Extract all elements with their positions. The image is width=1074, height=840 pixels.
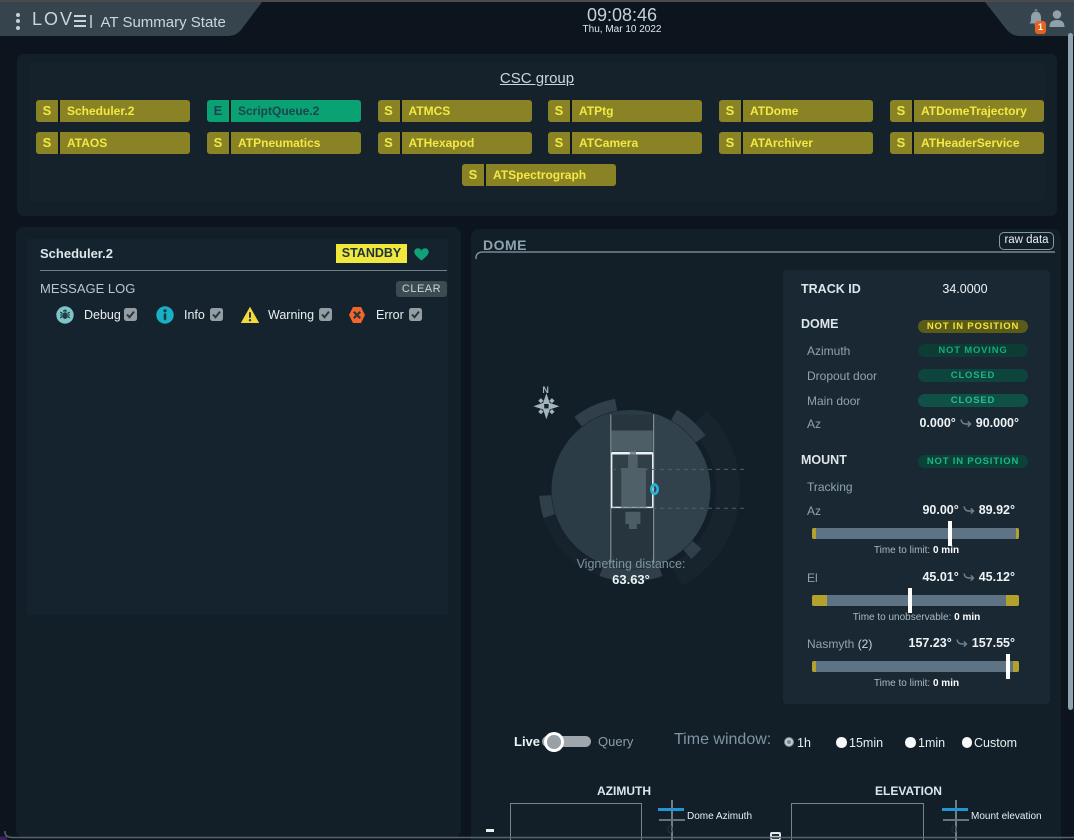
svg-text:N: N — [542, 385, 549, 395]
